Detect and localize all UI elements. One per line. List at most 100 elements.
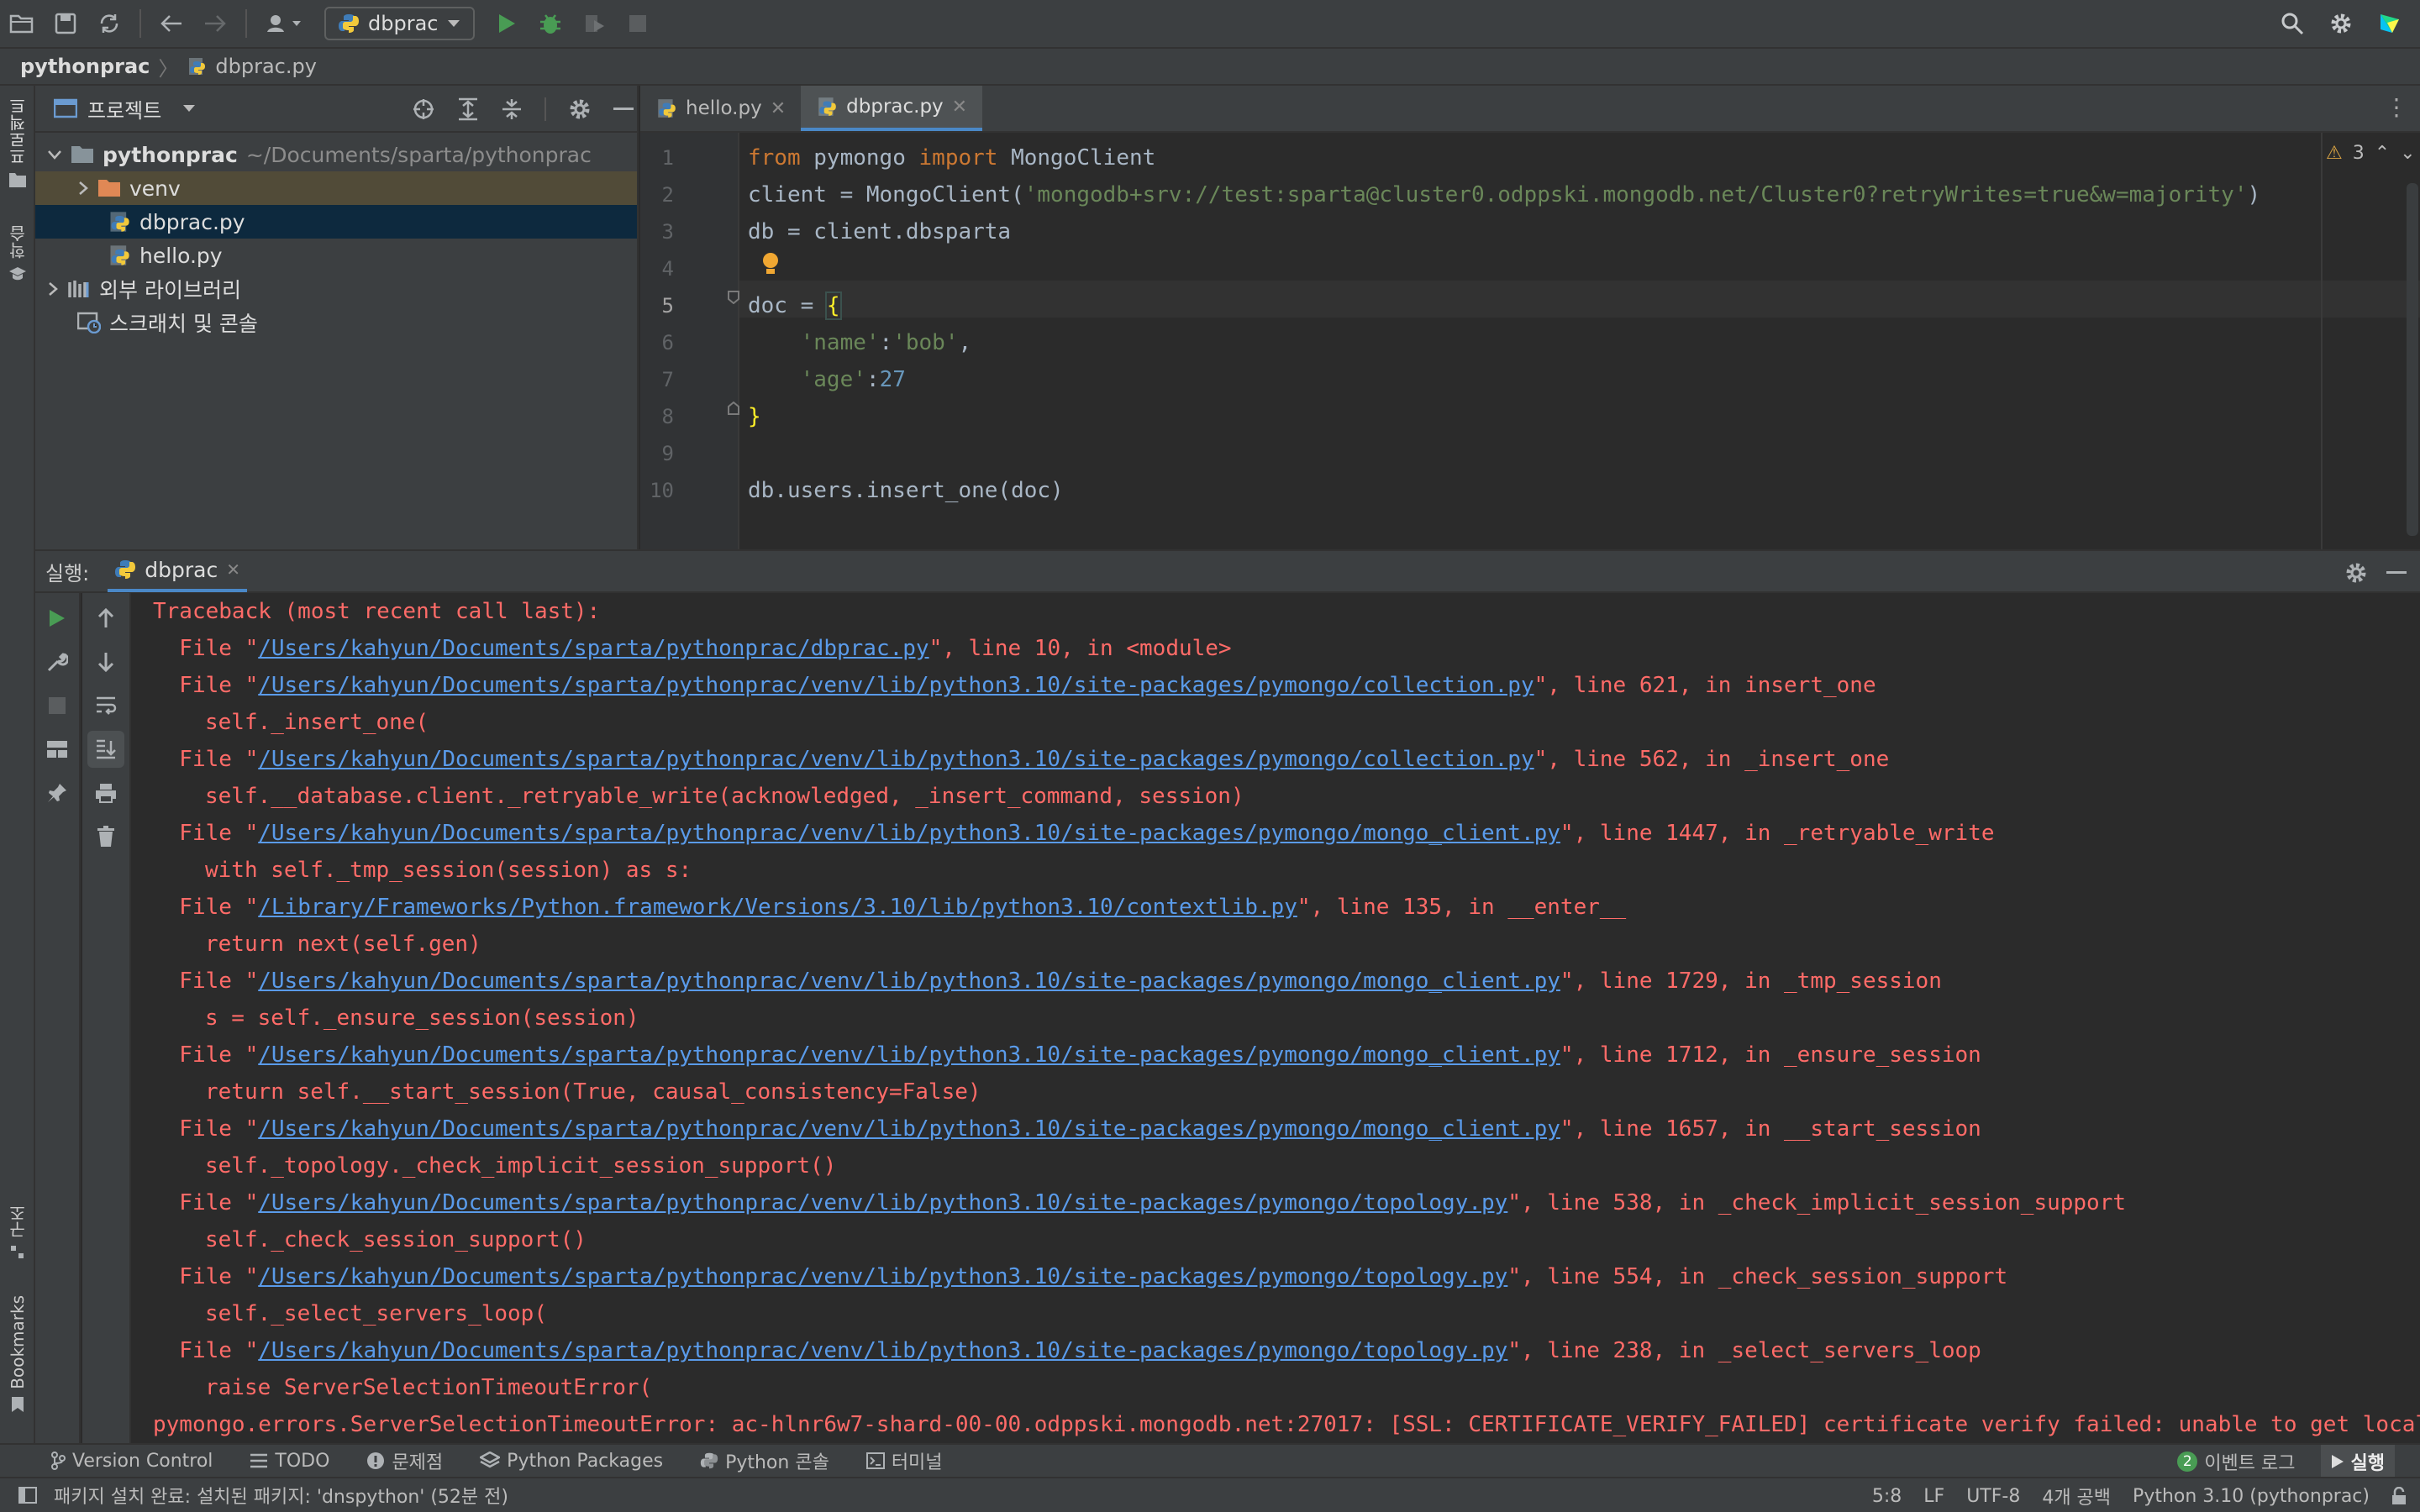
gear-icon[interactable] (2319, 0, 2363, 47)
unlock-icon[interactable] (2391, 1487, 2407, 1505)
frame-file-link[interactable]: /Users/kahyun/Documents/sparta/pythonpra… (258, 673, 1534, 698)
jetbrains-logo-icon[interactable] (2368, 0, 2412, 47)
breadcrumb-project[interactable]: pythonprac (20, 55, 150, 78)
code-line-3: db = client.dbsparta (748, 219, 1012, 244)
search-icon[interactable] (2270, 0, 2314, 47)
arrow-down-icon[interactable] (87, 643, 124, 680)
tree-root[interactable]: pythonprac ~/Documents/sparta/pythonprac (35, 138, 637, 171)
run-config-selector[interactable]: dbprac (324, 7, 476, 40)
user-dropdown-icon[interactable] (255, 0, 314, 47)
rerun-icon[interactable] (39, 600, 76, 637)
frame-file-link[interactable]: /Users/kahyun/Documents/sparta/pythonpra… (258, 1042, 1560, 1068)
breadcrumb-file[interactable]: dbprac.py (215, 55, 317, 78)
code-editor[interactable]: 1 2 3 4 5 6 7 8 9 10 from pymongo import… (640, 133, 2420, 549)
frame-file-link[interactable]: /Users/kahyun/Documents/sparta/pythonpra… (258, 636, 929, 661)
tree-item-dbprac[interactable]: dbprac.py (35, 205, 637, 239)
fold-marker-icon[interactable] (728, 291, 739, 304)
todo-tab[interactable]: TODO (250, 1451, 329, 1472)
python-interpreter[interactable]: Python 3.10 (pythonprac) (2133, 1486, 2370, 1507)
locate-target-icon[interactable] (412, 97, 435, 121)
minimize-icon[interactable] (2386, 571, 2407, 575)
chevron-down-icon[interactable] (47, 150, 62, 160)
tree-item-external-libraries[interactable]: 외부 라이브러리 (35, 272, 637, 306)
tab-dbprac-py[interactable]: dbprac.py ✕ (801, 86, 983, 131)
version-control-tab[interactable]: Version Control (50, 1451, 213, 1472)
project-panel-title[interactable]: 프로젝트 (87, 94, 161, 123)
frame-file-link[interactable]: /Users/kahyun/Documents/sparta/pythonpra… (258, 1264, 1507, 1289)
frame-file-link[interactable]: /Users/kahyun/Documents/sparta/pythonpra… (258, 1338, 1507, 1363)
editor-scrollbar[interactable] (2407, 183, 2418, 536)
tree-item-scratches[interactable]: 스크래치 및 콘솔 (35, 306, 637, 339)
stop-icon[interactable] (39, 687, 76, 724)
python-packages-tab[interactable]: Python Packages (480, 1451, 663, 1472)
expand-all-icon[interactable] (457, 97, 479, 121)
close-icon[interactable]: ✕ (952, 97, 967, 118)
chevron-down-icon[interactable] (182, 103, 197, 113)
run-tab-dbprac[interactable]: dbprac ✕ (108, 550, 247, 592)
frame-code-line: self._topology._check_implicit_session_s… (205, 1153, 837, 1179)
project-tool-tab[interactable]: 프로젝트 (0, 97, 35, 188)
tree-item-hello[interactable]: hello.py (35, 239, 637, 272)
arrow-up-icon[interactable] (87, 600, 124, 637)
frame-file-link[interactable]: /Library/Frameworks/Python.framework/Ver… (258, 895, 1297, 920)
event-log-tab[interactable]: 2 이벤트 로그 (2177, 1448, 2296, 1475)
save-icon[interactable] (44, 0, 87, 47)
list-icon (250, 1453, 268, 1468)
chevron-down-icon[interactable]: ⌄ (2400, 143, 2415, 164)
gear-icon[interactable] (2344, 561, 2368, 585)
collapse-all-icon[interactable] (501, 97, 523, 121)
run-console-output[interactable]: Traceback (most recent call last): File … (133, 593, 2420, 1443)
back-arrow-icon[interactable] (150, 0, 193, 47)
debug-bug-icon[interactable] (529, 0, 572, 47)
inspection-widget[interactable]: ⚠ 3 ⌃ ⌄ (2326, 143, 2416, 164)
bookmarks-tool-tab[interactable]: Bookmarks (0, 1295, 35, 1413)
python-console-tab[interactable]: Python 콘솔 (700, 1447, 829, 1474)
pin-icon[interactable] (39, 774, 76, 811)
python-file-icon (658, 99, 676, 118)
lightbulb-icon[interactable] (761, 252, 780, 277)
frame-file-link[interactable]: /Users/kahyun/Documents/sparta/pythonpra… (258, 1190, 1507, 1215)
frame-file-link[interactable]: /Users/kahyun/Documents/sparta/pythonpra… (258, 821, 1560, 846)
forward-arrow-icon[interactable] (193, 0, 237, 47)
tool-windows-toggle-icon[interactable] (18, 1487, 37, 1504)
run-icon[interactable] (485, 0, 529, 47)
close-icon[interactable]: ✕ (226, 559, 240, 580)
run-tool-tab[interactable]: 실행 (2320, 1445, 2395, 1478)
open-folder-icon[interactable] (0, 0, 44, 47)
wrench-icon[interactable] (39, 643, 76, 680)
learn-tool-tab[interactable]: 학습 (0, 225, 35, 282)
traceback-frame-line: File "/Users/kahyun/Documents/sparta/pyt… (153, 963, 2420, 1000)
scroll-to-end-icon[interactable] (87, 731, 124, 768)
frame-file-link[interactable]: /Users/kahyun/Documents/sparta/pythonpra… (258, 747, 1534, 772)
coverage-icon[interactable] (572, 0, 616, 47)
print-icon[interactable] (87, 774, 124, 811)
fold-marker-icon[interactable] (728, 402, 739, 415)
terminal-tab[interactable]: 터미널 (865, 1447, 943, 1474)
file-encoding[interactable]: UTF-8 (1966, 1486, 2020, 1507)
minimize-icon[interactable] (613, 108, 634, 111)
soft-wrap-icon[interactable] (87, 687, 124, 724)
gear-icon[interactable] (568, 97, 592, 121)
sync-icon[interactable] (87, 0, 131, 47)
tree-root-path: ~/Documents/sparta/pythonprac (245, 142, 592, 167)
more-options-icon[interactable]: ⋮ (2385, 96, 2408, 119)
problems-tab[interactable]: 문제점 (366, 1447, 443, 1474)
chevron-right-icon[interactable] (77, 181, 89, 196)
stop-icon[interactable] (616, 0, 660, 47)
tree-item-venv[interactable]: venv (35, 171, 637, 205)
chevron-right-icon[interactable] (47, 281, 59, 297)
status-message[interactable]: 패키지 설치 완료: 설치된 패키지: 'dnspython' (52분 전) (54, 1482, 508, 1509)
indent-setting[interactable]: 4개 공백 (2042, 1483, 2111, 1509)
cursor-position[interactable]: 5:8 (1872, 1486, 1902, 1507)
frame-prefix: File " (153, 636, 259, 661)
structure-tool-tab[interactable]: 구조 (0, 1205, 35, 1260)
frame-file-link[interactable]: /Users/kahyun/Documents/sparta/pythonpra… (258, 969, 1560, 994)
line-separator[interactable]: LF (1923, 1486, 1944, 1507)
layout-icon[interactable] (39, 731, 76, 768)
play-icon (2331, 1455, 2344, 1468)
tab-hello-py[interactable]: hello.py ✕ (640, 86, 801, 131)
close-icon[interactable]: ✕ (771, 98, 786, 119)
frame-file-link[interactable]: /Users/kahyun/Documents/sparta/pythonpra… (258, 1116, 1560, 1142)
chevron-up-icon[interactable]: ⌃ (2375, 143, 2390, 164)
trash-icon[interactable] (87, 818, 124, 855)
